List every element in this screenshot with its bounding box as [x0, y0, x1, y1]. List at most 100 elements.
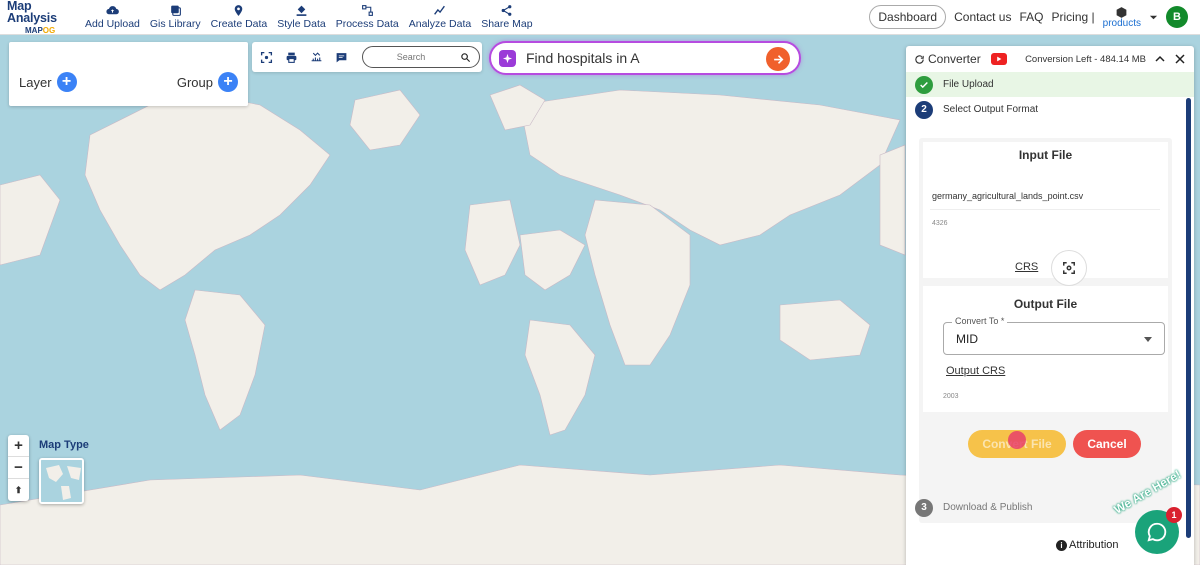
step-file-upload-label: File Upload	[943, 79, 994, 90]
convert-to-label: Convert To *	[952, 316, 1008, 326]
brand-title: Map Analysis	[7, 0, 57, 25]
measure-icon[interactable]	[310, 51, 323, 64]
nav-create-data-label: Create Data	[210, 18, 268, 30]
step-2-number: 2	[915, 100, 933, 119]
close-icon[interactable]	[1174, 53, 1186, 65]
nav-share-map-label: Share Map	[481, 18, 533, 30]
step-file-upload[interactable]: File Upload	[906, 72, 1194, 97]
ai-sparkle-icon	[499, 49, 516, 67]
panel-controls	[1154, 53, 1186, 65]
paint-bucket-icon	[296, 5, 307, 16]
contact-link[interactable]: Contact us	[954, 10, 1011, 24]
brand-subtitle: MAPOG	[25, 25, 56, 35]
ai-submit-button[interactable]	[766, 47, 790, 71]
zoom-in-button[interactable]: +	[8, 435, 29, 457]
group-label: Group	[176, 74, 213, 90]
step-select-output-label: Select Output Format	[943, 104, 1039, 115]
map-type-thumbnail[interactable]	[39, 458, 84, 504]
search-icon[interactable]	[460, 52, 471, 63]
chevron-down-icon	[1144, 337, 1152, 342]
add-group-button[interactable]: +	[218, 72, 238, 92]
youtube-icon[interactable]	[990, 53, 1007, 65]
panel-scrollbar[interactable]	[1186, 98, 1191, 538]
nav-style-data[interactable]: Style Data	[272, 4, 330, 30]
faq-link[interactable]: FAQ	[1019, 10, 1043, 24]
click-indicator	[1008, 431, 1026, 449]
user-avatar[interactable]: B	[1166, 6, 1188, 28]
crs-detect-button[interactable]	[1051, 250, 1087, 286]
compass-button[interactable]: ⬆	[8, 479, 29, 501]
analyze-icon	[434, 5, 446, 15]
products-label: products	[1102, 17, 1141, 29]
conversion-left-text: Conversion Left - 484.14 MB	[1025, 53, 1146, 65]
output-file-title: Output File	[1013, 297, 1078, 311]
comment-icon[interactable]	[335, 51, 348, 64]
caret-down-icon[interactable]	[1149, 13, 1158, 22]
collapse-icon[interactable]	[1154, 53, 1166, 65]
dashboard-button[interactable]: Dashboard	[869, 5, 947, 29]
search-input[interactable]	[371, 52, 451, 62]
nav-create-data[interactable]: Create Data	[206, 4, 273, 30]
zoom-out-button[interactable]: −	[8, 457, 29, 479]
ai-prompt-bar[interactable]: Find hospitals in A	[489, 41, 801, 75]
nav-gis-library[interactable]: Gis Library	[145, 4, 206, 30]
nav-share-map[interactable]: Share Map	[476, 4, 537, 30]
nav-process-data[interactable]: Process Data	[331, 4, 404, 30]
pricing-link[interactable]: Pricing |	[1052, 10, 1095, 24]
input-file-card: Input File germany_agricultural_lands_po…	[923, 142, 1168, 286]
library-icon	[170, 5, 181, 16]
zoom-controls: + − ⬆	[8, 435, 29, 501]
nav-add-upload[interactable]: Add Upload	[80, 4, 145, 30]
attribution[interactable]: i Attribution	[1056, 539, 1119, 551]
nav-gis-library-label: Gis Library	[149, 18, 201, 30]
products-menu[interactable]: products	[1103, 6, 1141, 29]
layer-label: Layer	[19, 74, 52, 90]
screen-capture-icon[interactable]	[260, 51, 273, 64]
cancel-button[interactable]: Cancel	[1073, 430, 1141, 458]
nav-process-data-label: Process Data	[335, 18, 399, 30]
input-file-title: Input File	[1018, 148, 1073, 162]
output-crs-link[interactable]: Output CRS	[946, 365, 1005, 377]
nav-menu: Add Upload Gis Library Create Data Style…	[80, 4, 538, 30]
input-file-size: 4326	[932, 220, 948, 227]
output-crs-value: 2003	[943, 393, 959, 400]
chat-unread-badge: 1	[1166, 507, 1182, 523]
add-layer-button[interactable]: +	[56, 72, 77, 92]
search-box[interactable]	[362, 46, 480, 68]
check-icon	[915, 75, 933, 94]
arrow-right-icon	[773, 54, 783, 64]
convert-to-select[interactable]: Convert To * MID	[943, 316, 1165, 355]
refresh-icon	[915, 54, 924, 64]
map-pin-icon	[235, 5, 243, 16]
cube-icon	[1116, 6, 1127, 18]
cloud-upload-icon	[106, 6, 119, 15]
process-icon	[361, 5, 373, 16]
focus-icon	[1063, 262, 1075, 274]
nav-style-data-label: Style Data	[277, 18, 326, 30]
brand-logo[interactable]: Map Analysis MAPOG	[0, 0, 78, 35]
nav-analyze-data-label: Analyze Data	[408, 18, 472, 30]
converter-header: Converter Conversion Left - 484.14 MB	[906, 46, 1194, 72]
step-select-output[interactable]: 2 Select Output Format	[906, 97, 1194, 122]
ai-prompt-text[interactable]: Find hospitals in A	[526, 50, 640, 66]
step-download-publish-label: Download & Publish	[943, 502, 1033, 513]
chat-bubble-icon	[1147, 522, 1167, 542]
convert-to-value: MID	[956, 332, 978, 346]
map-toolbar	[252, 42, 482, 72]
group-control: Group +	[177, 72, 238, 92]
nav-add-upload-label: Add Upload	[85, 18, 140, 30]
nav-analyze-data[interactable]: Analyze Data	[404, 4, 476, 30]
input-file-name: germany_agricultural_lands_point.csv	[930, 184, 1160, 210]
attribution-label: Attribution	[1069, 539, 1119, 551]
converter-title: Converter	[928, 52, 981, 66]
map-thumbnail-icon	[41, 460, 82, 502]
share-icon	[502, 5, 512, 16]
chat-widget-button[interactable]: 1	[1135, 507, 1182, 554]
layer-control: Layer +	[19, 72, 77, 92]
map-type-label: Map Type	[39, 439, 89, 451]
layer-panel: Layer + Group +	[9, 42, 248, 106]
print-icon[interactable]	[285, 51, 298, 64]
input-crs-link[interactable]: CRS	[1015, 261, 1038, 273]
step-3-number: 3	[915, 498, 933, 517]
top-navbar: Map Analysis MAPOG Add Upload Gis Librar…	[0, 0, 1200, 35]
